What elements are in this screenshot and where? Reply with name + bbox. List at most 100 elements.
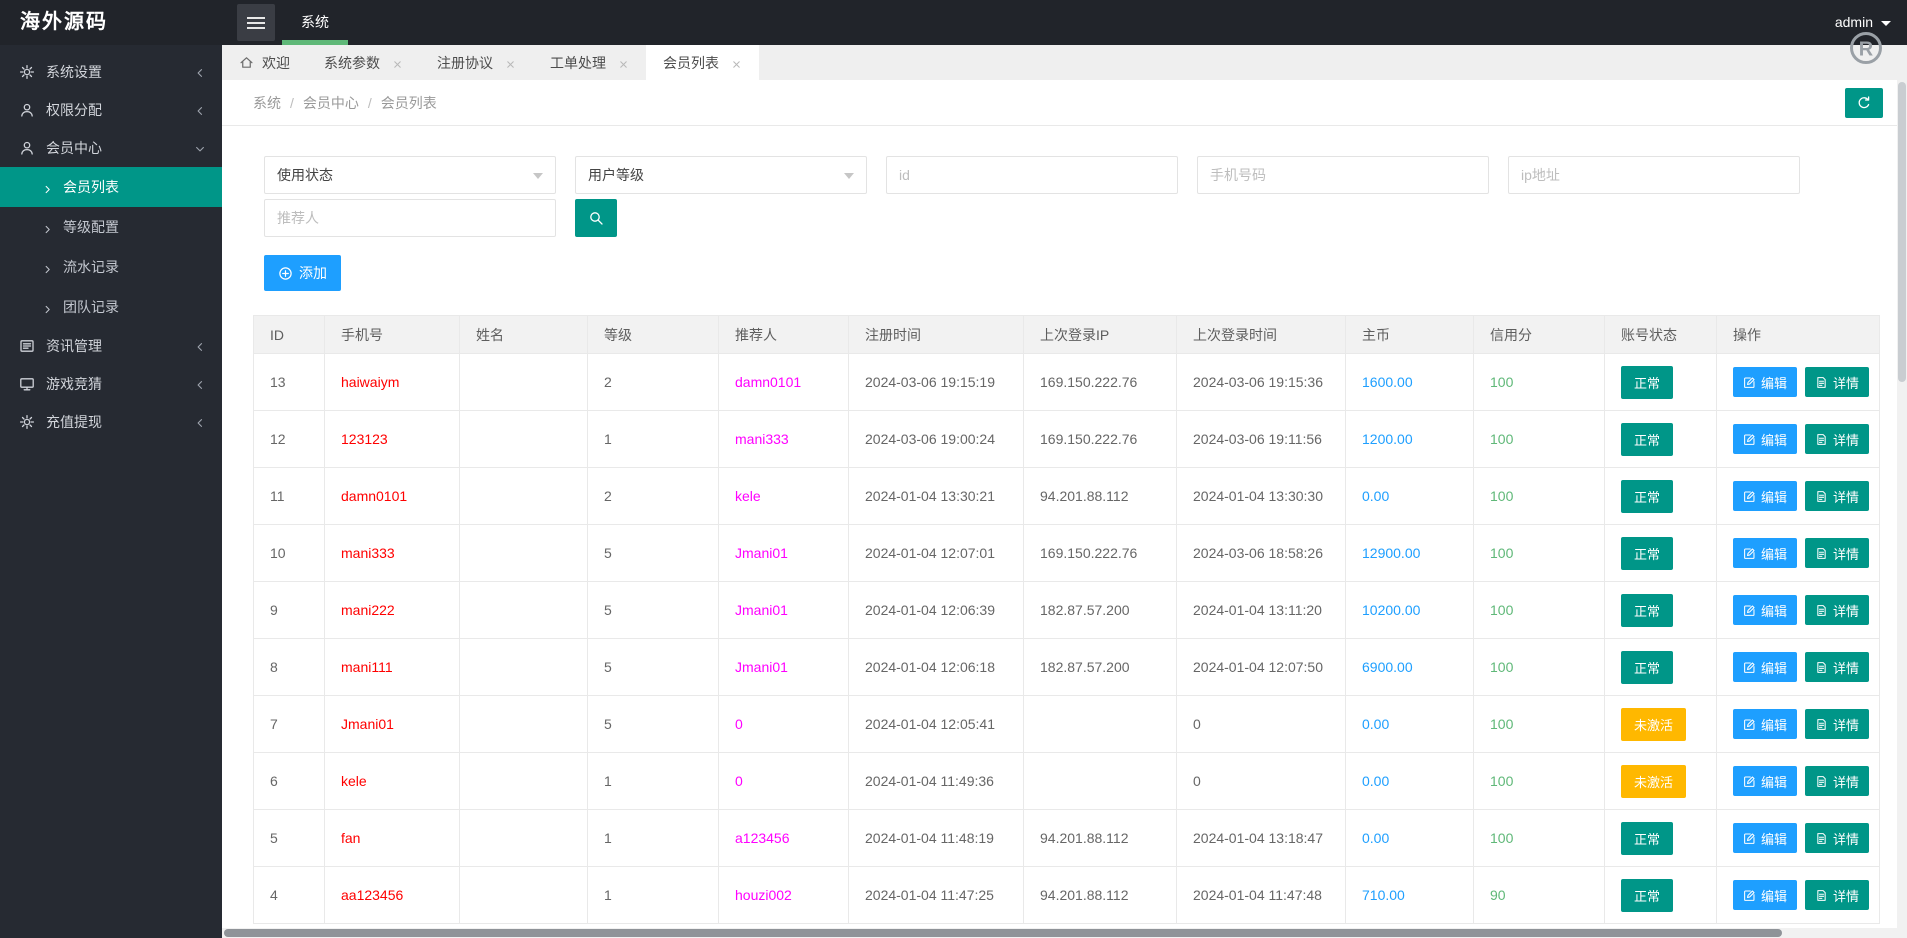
column-header: 账号状态 [1604,315,1717,354]
tab-label: 工单处理 [550,54,606,71]
table-row: 12 123123 1 mani333 2024-03-06 19:00:24 169.1… [253,410,1880,468]
tab-register-agreement[interactable]: 注册协议 [420,45,533,80]
cell-last-ip: 182.87.57.200 [1023,638,1177,696]
sidebar-item-game-guess[interactable]: 游戏竞猜 [0,365,222,403]
breadcrumb-item[interactable]: 会员中心 [303,93,359,113]
cell-referrer: Jmani01 [718,524,849,582]
chevron-left-icon [194,340,206,352]
sidebar-subitem-flow-records[interactable]: 流水记录 [0,247,222,287]
add-button[interactable]: 添加 [264,255,341,291]
detail-button[interactable]: 详情 [1805,424,1870,454]
tab-work-orders[interactable]: 工单处理 [533,45,646,80]
cell-level: 2 [587,353,719,411]
edit-button[interactable]: 编辑 [1733,880,1798,910]
tab-member-list[interactable]: 会员列表 [646,45,759,80]
edit-button-label: 编辑 [1761,831,1788,847]
column-header: 等级 [587,315,719,354]
cell-name [459,524,588,582]
status-select[interactable]: 使用状态 [264,156,556,194]
cell-last-time: 2024-01-04 13:30:30 [1176,467,1346,525]
detail-button[interactable]: 详情 [1805,709,1870,739]
cell-phone: fan [324,809,460,867]
cell-last-time: 2024-03-06 19:15:36 [1176,353,1346,411]
cell-level: 1 [587,809,719,867]
edit-button[interactable]: 编辑 [1733,538,1798,568]
sidebar-subitem-level-config[interactable]: 等级配置 [0,207,222,247]
sidebar-item-member-center[interactable]: 会员中心 [0,129,222,167]
table-row: 13 haiwaiym 2 damn0101 2024-03-06 19:15:19 16… [253,353,1880,411]
detail-button-label: 详情 [1833,831,1860,847]
cell-phone: mani222 [324,581,460,639]
cell-phone: Jmani01 [324,695,460,753]
edit-button[interactable]: 编辑 [1733,766,1798,796]
edit-button[interactable]: 编辑 [1733,424,1798,454]
cell-credit: 100 [1473,752,1605,810]
cell-reg-time: 2024-01-04 12:07:01 [848,524,1024,582]
search-button[interactable] [575,199,617,237]
sidebar-item-recharge-withdraw[interactable]: 充值提现 [0,403,222,441]
detail-button-label: 详情 [1833,774,1860,790]
horizontal-scrollbar-thumb[interactable] [224,929,1782,937]
breadcrumb-item[interactable]: 会员列表 [381,93,437,113]
level-select[interactable]: 用户等级 [575,156,867,194]
document-icon [1815,889,1828,902]
breadcrumb-separator: / [367,94,372,111]
vertical-scrollbar-thumb[interactable] [1898,82,1906,382]
cell-name [459,467,588,525]
user-menu[interactable]: admin [1835,0,1891,45]
cell-coin: 1600.00 [1345,353,1474,411]
cell-phone: damn0101 [324,467,460,525]
detail-button[interactable]: 详情 [1805,595,1870,625]
sidebar-subitem-team-records[interactable]: 团队记录 [0,287,222,327]
cell-credit: 100 [1473,467,1605,525]
cell-credit: 100 [1473,809,1605,867]
detail-button[interactable]: 详情 [1805,652,1870,682]
sidebar-item-label: 资讯管理 [46,338,102,354]
cell-last-ip [1023,695,1177,753]
status-badge: 未激活 [1621,764,1687,798]
cell-level: 5 [587,695,719,753]
refresh-button[interactable] [1845,87,1883,118]
tab-welcome[interactable]: 欢迎 [222,45,307,80]
referrer-input[interactable] [264,199,556,237]
column-header: ID [253,315,325,354]
detail-button[interactable]: 详情 [1805,880,1870,910]
ip-input[interactable] [1508,156,1800,194]
detail-button[interactable]: 详情 [1805,766,1870,796]
edit-button[interactable]: 编辑 [1733,481,1798,511]
cell-last-time: 2024-01-04 13:11:20 [1176,581,1346,639]
edit-icon [1743,376,1756,389]
detail-button[interactable]: 详情 [1805,481,1870,511]
edit-button[interactable]: 编辑 [1733,709,1798,739]
top-nav-system[interactable]: 系统 [282,0,348,45]
menu-toggle-button[interactable] [237,4,275,41]
edit-button[interactable]: 编辑 [1733,595,1798,625]
phone-input[interactable] [1197,156,1489,194]
detail-button[interactable]: 详情 [1805,538,1870,568]
sidebar-subitem-label: 团队记录 [63,299,119,315]
chevron-down-icon [533,172,543,184]
sidebar-item-news-manage[interactable]: 资讯管理 [0,327,222,365]
vertical-scrollbar[interactable] [1897,80,1907,928]
sidebar-item-permissions[interactable]: 权限分配 [0,91,222,129]
id-input[interactable] [886,156,1178,194]
edit-button[interactable]: 编辑 [1733,823,1798,853]
detail-button[interactable]: 详情 [1805,367,1870,397]
tab-system-params[interactable]: 系统参数 [307,45,420,80]
cell-reg-time: 2024-01-04 12:06:39 [848,581,1024,639]
horizontal-scrollbar[interactable] [222,928,1897,938]
tab-close-icon [505,57,516,68]
cell-status: 正常 [1604,353,1717,411]
sidebar-subitem-member-list[interactable]: 会员列表 [0,167,222,207]
cell-last-ip [1023,752,1177,810]
breadcrumb-item[interactable]: 系统 [253,93,281,113]
cell-last-time: 0 [1176,752,1346,810]
edit-button[interactable]: 编辑 [1733,652,1798,682]
sidebar-item-system-settings[interactable]: 系统设置 [0,53,222,91]
document-icon [1815,718,1828,731]
cell-id: 7 [253,695,325,753]
detail-button[interactable]: 详情 [1805,823,1870,853]
cell-actions: 编辑 详情 [1716,638,1880,696]
edit-button[interactable]: 编辑 [1733,367,1798,397]
edit-button-label: 编辑 [1761,717,1788,733]
